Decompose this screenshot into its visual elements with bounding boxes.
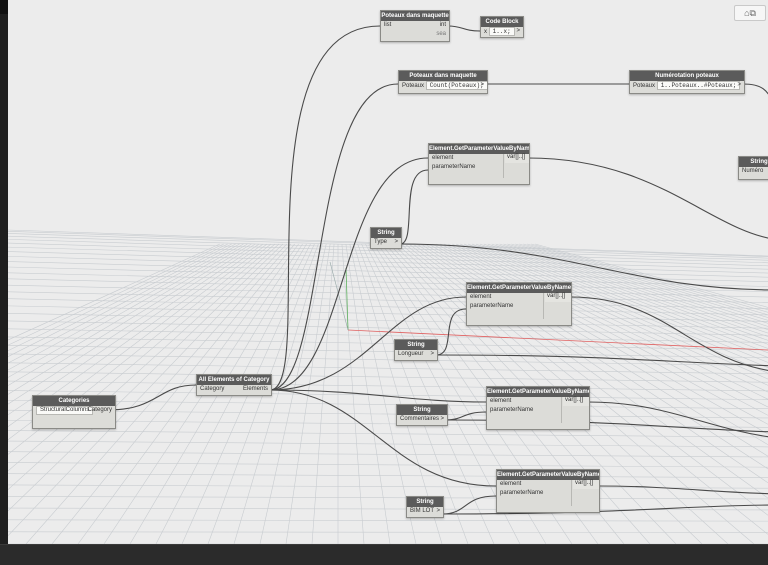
node-input-row[interactable]: Poteaux 1..Poteaux..#Poteaux; > <box>630 81 744 90</box>
node-title: String <box>739 157 768 167</box>
string-value[interactable]: Commentaires <box>400 416 439 422</box>
input-port[interactable]: x <box>484 29 487 35</box>
string-input[interactable]: Longueur > <box>395 350 437 359</box>
wire <box>399 169 429 245</box>
category-dropdown[interactable]: StructuralColumns <box>36 406 94 415</box>
node-title: String <box>407 497 443 507</box>
wire <box>441 495 497 515</box>
wire <box>447 25 481 32</box>
output-port[interactable]: > <box>436 507 440 516</box>
node-input-row[interactable]: x 1..x; > <box>481 27 523 36</box>
node-port-row[interactable]: Category Elements <box>197 385 271 394</box>
input-port-parametername[interactable]: parameterName <box>467 302 571 311</box>
divider <box>543 293 544 319</box>
input-port-parametername[interactable]: parameterName <box>429 163 529 172</box>
string-value[interactable]: Type <box>374 239 387 245</box>
output-port[interactable]: var[]..[] <box>563 397 589 406</box>
left-panel-edge <box>0 0 8 544</box>
wire <box>435 308 467 356</box>
output-port[interactable]: var[]..[] <box>545 293 571 302</box>
node-title: Element.GetParameterValueByName <box>487 387 589 397</box>
output-port[interactable]: > <box>480 81 484 90</box>
node-get-parameter-2[interactable]: Element.GetParameterValueByName element … <box>466 282 572 326</box>
input-port[interactable]: list <box>384 22 391 28</box>
wire <box>587 401 768 438</box>
node-title: Numérotation poteaux <box>630 71 744 81</box>
string-input[interactable]: Type > <box>371 238 401 247</box>
input-port[interactable]: Poteaux <box>402 83 424 89</box>
node-string-longueur[interactable]: String Longueur > <box>394 339 438 361</box>
cube-icon[interactable]: ⌂⧉ <box>744 8 756 18</box>
output-port[interactable]: > <box>737 81 741 90</box>
wire <box>597 485 768 495</box>
string-value[interactable]: Longueur <box>398 351 423 357</box>
node-get-parameter-4[interactable]: Element.GetParameterValueByName element … <box>496 469 600 513</box>
node-title: Poteaux dans maquette <box>399 71 487 81</box>
node-footer: sea <box>381 30 449 39</box>
node-get-parameter-1[interactable]: Element.GetParameterValueByName element … <box>428 143 530 185</box>
wire <box>445 411 487 421</box>
node-title: String <box>371 228 401 238</box>
output-label: var[]..[] <box>575 480 594 486</box>
wire <box>527 157 768 239</box>
string-value[interactable]: BIM LOT <box>410 508 434 514</box>
y-axis <box>345 267 349 331</box>
status-bar <box>0 544 768 565</box>
node-title: String <box>395 340 437 350</box>
string-input[interactable]: Commentaires > <box>397 415 447 424</box>
input-port-parametername[interactable]: parameterName <box>487 406 589 415</box>
output-port[interactable]: > <box>394 238 398 247</box>
node-title: Element.GetParameterValueByName <box>429 144 529 154</box>
view-toggle-control[interactable]: ⌂⧉ <box>734 5 766 21</box>
output-port[interactable]: > <box>430 350 434 359</box>
input-port[interactable]: Poteaux <box>633 83 655 89</box>
code-editor[interactable]: 1..Poteaux..#Poteaux; <box>656 81 741 90</box>
node-numerotation-poteaux[interactable]: Numérotation poteaux Poteaux 1..Poteaux.… <box>629 70 745 94</box>
node-title: Categories <box>33 396 115 406</box>
divider <box>503 154 504 178</box>
output-port[interactable]: > <box>516 27 520 36</box>
node-title: Element.GetParameterValueByName <box>467 283 571 293</box>
output-label: var[]..[] <box>547 293 566 299</box>
input-port-parametername[interactable]: parameterName <box>497 489 599 498</box>
node-categories[interactable]: Categories StructuralColumns Category <box>32 395 116 429</box>
wire <box>107 384 197 411</box>
node-poteaux-count[interactable]: Poteaux dans maquette Poteaux Count(Pote… <box>398 70 488 94</box>
node-get-parameter-3[interactable]: Element.GetParameterValueByName element … <box>486 386 590 430</box>
node-input-row[interactable]: Poteaux Count(Poteaux); > <box>399 81 487 90</box>
output-label: var[]..[] <box>507 154 526 160</box>
output-port[interactable]: int <box>440 21 446 30</box>
string-input[interactable]: BIM LOT > <box>407 507 443 516</box>
node-title: All Elements of Category <box>197 375 271 385</box>
node-string-type[interactable]: String Type > <box>370 227 402 249</box>
output-port[interactable]: > <box>440 415 444 424</box>
output-port[interactable]: Elements <box>243 385 268 394</box>
node-string-commentaires[interactable]: String Commentaires > <box>396 404 448 426</box>
node-title: Poteaux dans maquette <box>381 11 449 21</box>
node-title: String <box>397 405 447 415</box>
input-port[interactable]: Category <box>200 386 224 392</box>
wire <box>742 83 768 95</box>
output-port[interactable]: var[]..[] <box>573 480 599 489</box>
node-port-row[interactable]: StructuralColumns Category <box>33 406 115 415</box>
node-all-elements-of-category[interactable]: All Elements of Category Category Element… <box>196 374 272 396</box>
node-code-block[interactable]: Code Block x 1..x; > <box>480 16 524 38</box>
preview-toggle[interactable]: sea <box>436 30 446 39</box>
node-string-numero[interactable]: String Numéro <box>738 156 768 180</box>
divider <box>561 397 562 423</box>
string-input[interactable]: Numéro <box>739 167 768 176</box>
output-label: var[]..[] <box>565 397 584 403</box>
node-title: Code Block <box>481 17 523 27</box>
code-editor[interactable]: Count(Poteaux); <box>425 81 487 90</box>
graph-canvas[interactable]: ⌂⧉ Poteaux dans maquette list int sea Cod… <box>8 0 768 544</box>
output-port[interactable]: var[]..[] <box>505 154 529 163</box>
output-port[interactable]: Category <box>88 406 112 415</box>
node-input-row[interactable]: list int <box>381 21 449 30</box>
panel-notch <box>0 0 8 14</box>
node-string-bim-lot[interactable]: String BIM LOT > <box>406 496 444 518</box>
node-poteaux-list[interactable]: Poteaux dans maquette list int sea <box>380 10 450 42</box>
code-editor[interactable]: 1..x; <box>488 27 515 36</box>
node-title: Element.GetParameterValueByName <box>497 470 599 480</box>
divider <box>571 480 572 506</box>
